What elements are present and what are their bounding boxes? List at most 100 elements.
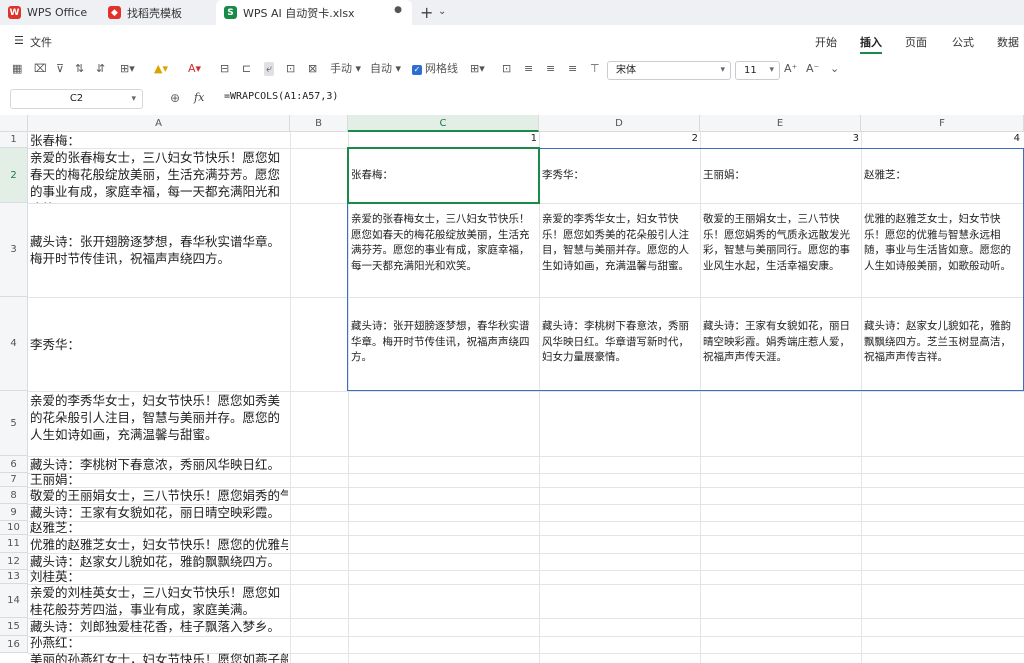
border-icon[interactable]: ⊞▾ [120, 62, 135, 76]
new-tab-icon[interactable]: + [420, 3, 433, 22]
cell-A17[interactable]: 美丽的孙燕红女士，妇女节快乐！愿您如燕子般自由。 [30, 651, 288, 663]
row-header[interactable]: 4 [0, 297, 28, 391]
cell-C3[interactable]: 亲爱的张春梅女士，三八妇女节快乐！愿您如春天的梅花般绽放美丽，生活充满芬芳。愿您… [349, 212, 538, 296]
menu-start[interactable]: 开始 [815, 34, 837, 50]
name-box[interactable]: C2 ▾ [10, 89, 143, 109]
tab-label: WPS Office [27, 6, 88, 19]
column-header-F[interactable]: F [861, 115, 1024, 132]
menu-file[interactable]: 文件 [30, 34, 52, 50]
cell-F2[interactable]: 赵雅芝： [862, 149, 1022, 203]
auto-button[interactable]: 自动 ▾ [370, 62, 401, 76]
row-header[interactable]: 12 [0, 553, 28, 570]
font-color-icon[interactable]: A▾ [188, 62, 201, 76]
font-family-select[interactable]: 宋体 ▾ [607, 61, 731, 80]
tab-wps-office[interactable]: W WPS Office [8, 0, 98, 25]
hamburger-icon[interactable]: ☰ [14, 34, 24, 47]
column-width-icon[interactable]: ⊠ [308, 62, 317, 76]
tab-active-workbook[interactable]: S WPS AI 自动贺卡.xlsx ● [216, 0, 412, 25]
cell-A7[interactable]: 王丽娟： [30, 471, 288, 488]
cell-A4[interactable]: 李秀华： [30, 336, 288, 353]
row-header[interactable]: 13 [0, 570, 28, 584]
fx-icon[interactable]: fx [194, 91, 204, 104]
menu-formula[interactable]: 公式 [952, 34, 974, 50]
align-top-icon[interactable]: ⊤ [590, 62, 600, 76]
sort-asc-icon[interactable]: ⇅ [75, 62, 84, 76]
cell-E4[interactable]: 藏头诗：王家有女貌如花，丽日晴空映彩霞。娟秀端庄惹人爱，祝福声声传天涯。 [701, 319, 860, 369]
freeze-icon[interactable]: ⊞▾ [470, 62, 485, 76]
table-style-icon[interactable]: ⊡ [502, 62, 511, 76]
cell-A10[interactable]: 赵雅芝： [30, 519, 288, 536]
row-header[interactable]: 3 [0, 203, 28, 297]
cell-A16[interactable]: 孙燕红： [30, 634, 288, 651]
row-header[interactable]: 2 [0, 148, 28, 203]
cell-A8[interactable]: 敬爱的王丽娟女士，三八节快乐！愿您娟秀的气质永远散发光彩。 [30, 487, 288, 504]
cell-D3[interactable]: 亲爱的李秀华女士，妇女节快乐！愿您如秀美的花朵般引人注目，智慧与美丽并存。愿您的… [540, 212, 699, 296]
chevron-down-icon[interactable]: ⌄ [830, 62, 839, 76]
cell-C1[interactable]: 1 [348, 133, 537, 147]
merge-icon[interactable]: ⊟ [220, 62, 229, 76]
font-size-select[interactable]: 11 ▾ [735, 61, 780, 80]
filter-icon[interactable]: ⊽ [56, 62, 64, 76]
tab-docer[interactable]: ◆ 找稻壳模板 [108, 0, 208, 25]
font-grow-icon[interactable]: A⁺ [784, 62, 797, 76]
font-shrink-icon[interactable]: A⁻ [806, 62, 819, 76]
menu-data[interactable]: 数据 [997, 34, 1019, 50]
unsaved-dot-icon[interactable]: ● [394, 5, 402, 15]
row-height-icon[interactable]: ⊡ [286, 62, 295, 76]
cell-D4[interactable]: 藏头诗：李桃树下春意浓，秀丽风华映日红。华章谱写新时代，妇女力量展豪情。 [540, 319, 699, 369]
column-header-B[interactable]: B [290, 115, 348, 132]
fill-color-icon[interactable]: ▲▾ [154, 62, 168, 76]
wps-logo-icon: W [8, 6, 21, 19]
wrap-cell-icon[interactable]: ⤶ [264, 62, 275, 76]
align-left-icon[interactable]: ≡ [524, 62, 533, 76]
cell-A13[interactable]: 刘桂英： [30, 568, 288, 585]
cell-E2[interactable]: 王丽娟： [701, 149, 860, 203]
select-all-corner[interactable] [0, 115, 28, 132]
menu-page[interactable]: 页面 [905, 34, 927, 50]
spreadsheet-grid[interactable]: A B C D E F 1 2 3 4 5 6 7 8 9 10 11 12 1… [0, 115, 1024, 663]
cell-F1[interactable]: 4 [861, 133, 1020, 147]
cell-F3[interactable]: 优雅的赵雅芝女士，妇女节快乐！愿您的优雅与智慧永远相随，事业与生活皆如意。愿您的… [862, 212, 1022, 296]
cell-E3[interactable]: 敬爱的王丽娟女士，三八节快乐！愿您娟秀的气质永远散发光彩，智慧与美丽同行。愿您的… [701, 212, 860, 296]
sort-desc-icon[interactable]: ⇵ [96, 62, 105, 76]
cell-C2[interactable]: 张春梅： [349, 149, 538, 203]
row-header[interactable]: 1 [0, 132, 28, 148]
column-header-E[interactable]: E [700, 115, 861, 132]
cell-C4[interactable]: 藏头诗：张开翅膀逐梦想，春华秋实谱华章。梅开时节传佳讯，祝福声声绕四方。 [349, 319, 538, 369]
format-painter-icon[interactable]: ▦ [12, 62, 22, 76]
zoom-icon[interactable]: ⊕ [170, 91, 180, 105]
row-header[interactable]: 7 [0, 473, 28, 487]
cell-A5[interactable]: 亲爱的李秀华女士，妇女节快乐！愿您如秀美的花朵般引人注目，智慧与美丽并存。愿您的… [30, 392, 288, 456]
cell-F4[interactable]: 藏头诗：赵家女儿貌如花，雅韵飘飘绕四方。芝兰玉树显高洁，祝福声声传吉祥。 [862, 319, 1022, 369]
column-header-A[interactable]: A [28, 115, 290, 132]
row-header[interactable]: 8 [0, 487, 28, 504]
menu-insert[interactable]: 插入 [860, 34, 882, 50]
cell-A1[interactable]: 张春梅： [30, 132, 288, 148]
gridlines-toggle[interactable]: ✓ 网格线 [412, 62, 458, 76]
formula-input[interactable]: =WRAPCOLS(A1:A57,3) [224, 91, 338, 102]
wrap-text-icon[interactable]: ⊏ [242, 62, 251, 76]
column-header-C[interactable]: C [348, 115, 539, 132]
row-header[interactable]: 11 [0, 535, 28, 553]
row-header[interactable]: 14 [0, 584, 28, 618]
row-header[interactable]: 6 [0, 456, 28, 473]
align-right-icon[interactable]: ≡ [568, 62, 577, 76]
manual-button[interactable]: 手动 ▾ [330, 62, 361, 76]
cell-A3[interactable]: 藏头诗：张开翅膀逐梦想，春华秋实谱华章。梅开时节传佳讯，祝福声声绕四方。 [30, 233, 288, 269]
cell-A14[interactable]: 亲爱的刘桂英女士，三八妇女节快乐！愿您如桂花般芬芳四溢，事业有成，家庭美满。 [30, 584, 288, 618]
cell-A2[interactable]: 亲爱的张春梅女士，三八妇女节快乐！愿您如春天的梅花般绽放美丽，生活充满芬芳。愿您… [30, 149, 288, 203]
row-header[interactable]: 5 [0, 391, 28, 456]
clear-icon[interactable]: ⌧ [34, 62, 47, 76]
row-header[interactable]: 10 [0, 521, 28, 535]
cell-A11[interactable]: 优雅的赵雅芝女士，妇女节快乐！愿您的优雅与智慧永远相随。 [30, 536, 288, 553]
column-header-D[interactable]: D [539, 115, 700, 132]
row-header[interactable]: 15 [0, 618, 28, 636]
cell-E1[interactable]: 3 [700, 133, 859, 147]
align-center-icon[interactable]: ≡ [546, 62, 555, 76]
chevron-down-icon[interactable]: ⌄ [438, 6, 446, 17]
cell-A15[interactable]: 藏头诗：刘郎独爱桂花香，桂子飘落入梦乡。 [30, 618, 288, 635]
cell-D1[interactable]: 2 [539, 133, 698, 147]
row-header[interactable]: 9 [0, 504, 28, 521]
cell-D2[interactable]: 李秀华： [540, 149, 699, 203]
row-header[interactable]: 16 [0, 636, 28, 653]
